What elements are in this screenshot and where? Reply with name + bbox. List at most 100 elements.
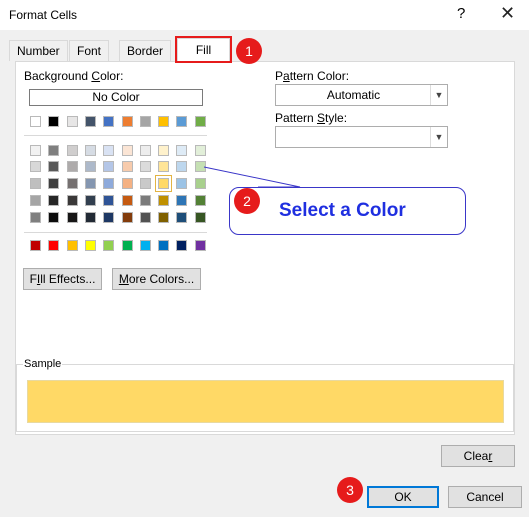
- color-swatch[interactable]: [176, 212, 188, 223]
- color-swatch[interactable]: [30, 178, 41, 189]
- color-swatch[interactable]: [158, 161, 170, 172]
- color-swatch[interactable]: [84, 195, 96, 206]
- standard-color-swatch[interactable]: [194, 240, 206, 251]
- color-swatch[interactable]: [66, 116, 78, 127]
- standard-color-swatch[interactable]: [30, 240, 41, 251]
- color-swatch[interactable]: [30, 195, 41, 206]
- color-swatch[interactable]: [176, 195, 188, 206]
- sample-label: Sample: [23, 358, 63, 370]
- chevron-down-icon[interactable]: ▼: [430, 127, 447, 147]
- pattern-style-dropdown[interactable]: ▼: [275, 126, 448, 148]
- color-swatch[interactable]: [194, 195, 206, 206]
- standard-color-swatch[interactable]: [84, 240, 96, 251]
- color-swatch[interactable]: [139, 178, 151, 189]
- tab-number[interactable]: Number: [9, 40, 68, 61]
- standard-color-swatch[interactable]: [48, 240, 60, 251]
- tab-font[interactable]: Font: [69, 40, 110, 61]
- color-swatch[interactable]: [121, 178, 133, 189]
- color-swatch[interactable]: [48, 178, 60, 189]
- color-swatch[interactable]: [30, 116, 41, 127]
- color-swatch[interactable]: [158, 212, 170, 223]
- color-swatch[interactable]: [121, 195, 133, 206]
- color-swatch[interactable]: [103, 145, 115, 156]
- color-swatch[interactable]: [176, 161, 188, 172]
- color-swatch[interactable]: [84, 161, 96, 172]
- color-swatch[interactable]: [121, 212, 133, 223]
- chevron-down-icon[interactable]: ▼: [430, 85, 447, 105]
- step-badge-3: 3: [337, 477, 363, 503]
- color-swatch[interactable]: [139, 195, 151, 206]
- separator-bottom: [24, 232, 207, 233]
- separator-top: [24, 135, 207, 136]
- color-swatch[interactable]: [103, 116, 115, 127]
- color-swatch[interactable]: [194, 212, 206, 223]
- color-swatch[interactable]: [48, 145, 60, 156]
- pattern-color-label: Pattern Color:: [275, 69, 350, 83]
- color-swatch[interactable]: [30, 145, 41, 156]
- tab-border[interactable]: Border: [119, 40, 172, 61]
- close-icon[interactable]: ✕: [500, 3, 515, 24]
- color-swatch[interactable]: [121, 116, 133, 127]
- standard-color-swatch[interactable]: [176, 240, 188, 251]
- color-swatch[interactable]: [48, 195, 60, 206]
- color-swatch[interactable]: [103, 178, 115, 189]
- color-swatch[interactable]: [48, 212, 60, 223]
- color-swatch[interactable]: [84, 178, 96, 189]
- color-swatch[interactable]: [30, 161, 41, 172]
- color-swatch[interactable]: [194, 145, 206, 156]
- no-color-button[interactable]: No Color: [29, 89, 203, 106]
- color-swatch[interactable]: [158, 145, 170, 156]
- step-badge-2: 2: [234, 188, 260, 214]
- color-swatch[interactable]: [66, 212, 78, 223]
- tab-highlight-box: [175, 36, 232, 63]
- standard-color-swatch[interactable]: [121, 240, 133, 251]
- color-swatch[interactable]: [194, 161, 206, 172]
- color-swatch[interactable]: [194, 116, 206, 127]
- step-badge-1: 1: [236, 38, 262, 64]
- color-swatch[interactable]: [158, 116, 170, 127]
- color-swatch[interactable]: [84, 145, 96, 156]
- sample-preview: [27, 380, 504, 423]
- color-swatch[interactable]: [194, 178, 206, 189]
- color-swatch[interactable]: [103, 195, 115, 206]
- color-swatch[interactable]: [66, 195, 78, 206]
- color-swatch[interactable]: [48, 116, 60, 127]
- standard-color-swatch[interactable]: [66, 240, 78, 251]
- color-swatch[interactable]: [139, 161, 151, 172]
- help-icon[interactable]: ?: [457, 5, 465, 22]
- color-swatch-selected[interactable]: [155, 175, 173, 192]
- color-swatch[interactable]: [66, 145, 78, 156]
- color-swatch[interactable]: [121, 161, 133, 172]
- pattern-color-value: Automatic: [326, 88, 381, 102]
- color-swatch[interactable]: [66, 178, 78, 189]
- color-swatch[interactable]: [103, 212, 115, 223]
- pattern-style-label: Pattern Style:: [275, 111, 348, 125]
- pattern-color-dropdown[interactable]: Automatic ▼: [275, 84, 448, 106]
- background-color-label: Background Color:: [24, 69, 124, 83]
- fill-effects-button[interactable]: FIll Effects...: [23, 268, 102, 290]
- color-swatch[interactable]: [139, 145, 151, 156]
- color-swatch[interactable]: [30, 212, 41, 223]
- title-bar: [0, 0, 529, 30]
- callout-text: Select a Color: [279, 200, 406, 221]
- color-swatch[interactable]: [84, 212, 96, 223]
- color-swatch[interactable]: [84, 116, 96, 127]
- color-swatch[interactable]: [121, 145, 133, 156]
- color-swatch[interactable]: [176, 178, 188, 189]
- ok-button[interactable]: OK: [367, 486, 439, 508]
- clear-button[interactable]: Clear: [441, 445, 515, 467]
- color-swatch[interactable]: [139, 212, 151, 223]
- color-swatch[interactable]: [158, 195, 170, 206]
- standard-color-swatch[interactable]: [139, 240, 151, 251]
- standard-color-swatch[interactable]: [158, 240, 170, 251]
- color-swatch[interactable]: [66, 161, 78, 172]
- cancel-button[interactable]: Cancel: [448, 486, 522, 508]
- color-swatch[interactable]: [176, 116, 188, 127]
- color-swatch[interactable]: [176, 145, 188, 156]
- window-title: Format Cells: [9, 8, 78, 22]
- color-swatch[interactable]: [139, 116, 151, 127]
- standard-color-swatch[interactable]: [103, 240, 115, 251]
- more-colors-button[interactable]: More Colors...: [112, 268, 201, 290]
- color-swatch[interactable]: [48, 161, 60, 172]
- color-swatch[interactable]: [103, 161, 115, 172]
